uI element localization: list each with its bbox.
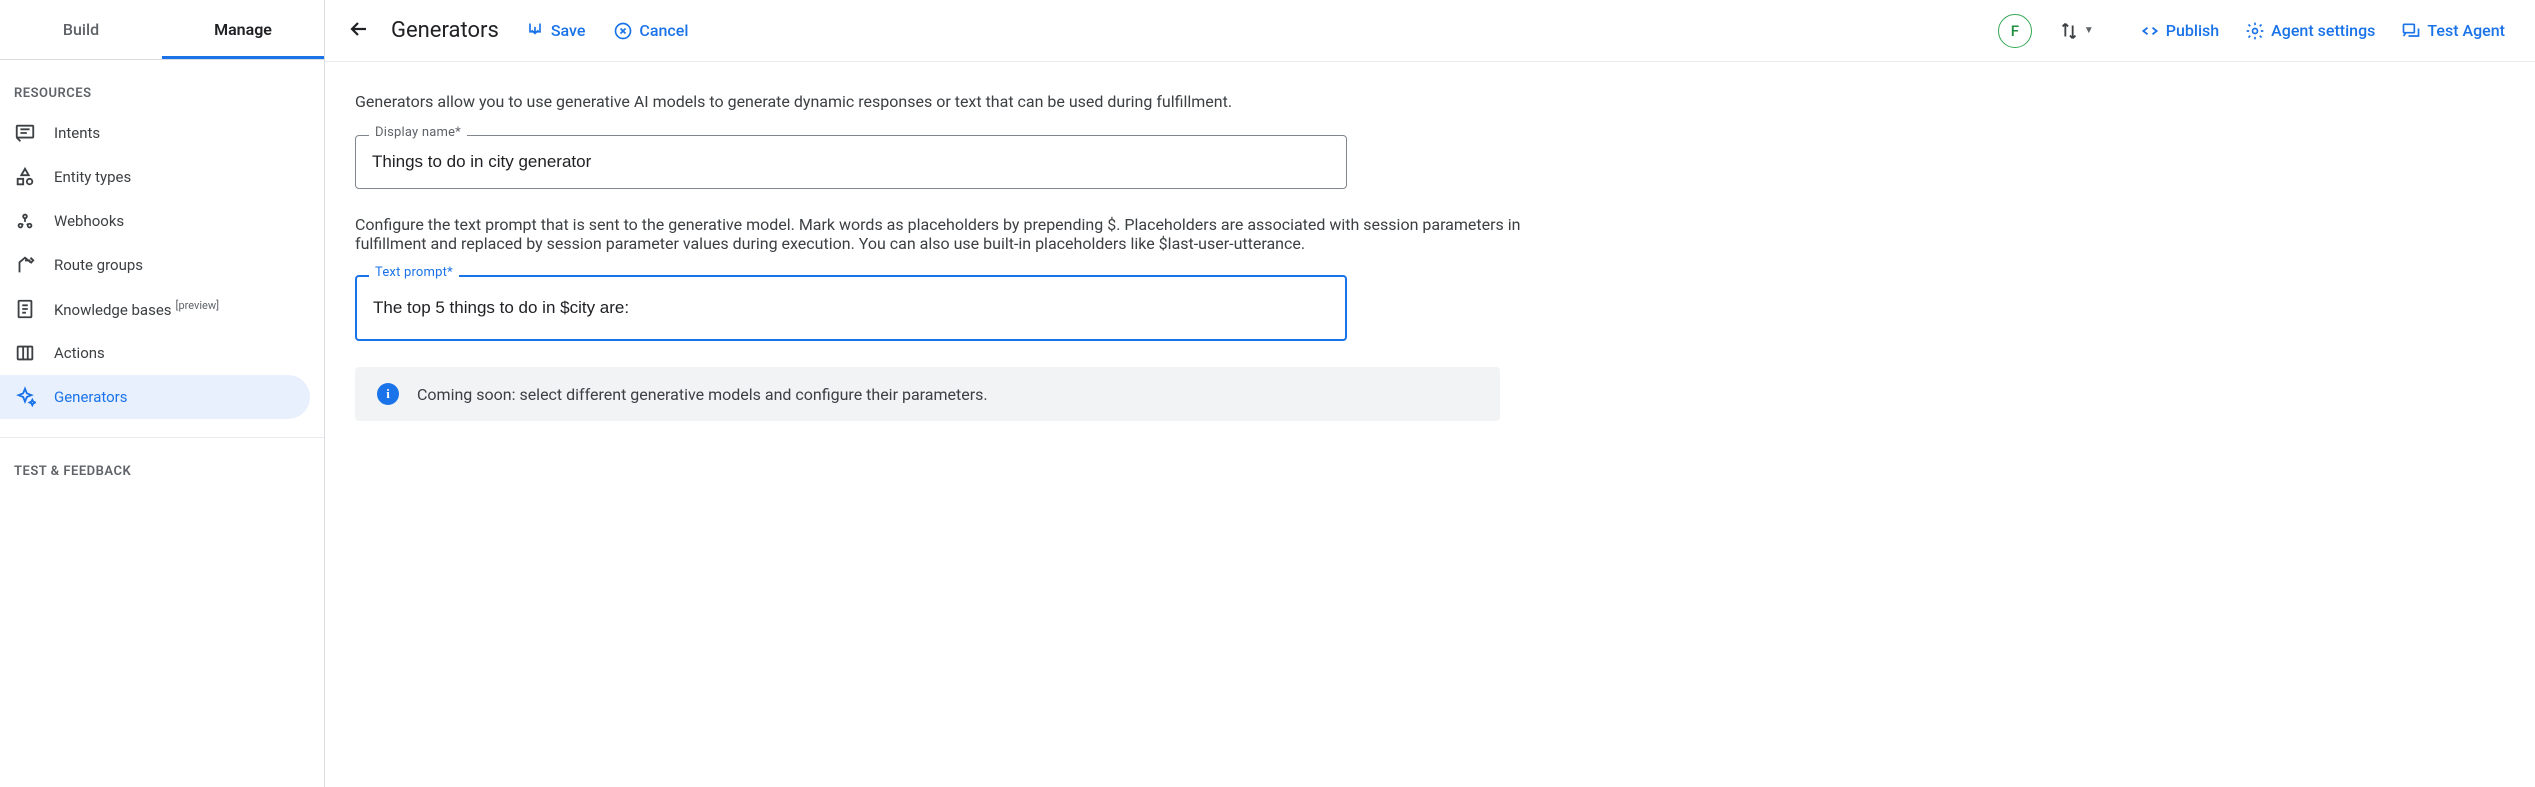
info-icon: i bbox=[377, 383, 399, 405]
code-icon bbox=[2140, 21, 2160, 41]
sidebar-item-label: Actions bbox=[54, 344, 105, 362]
notice-text: Coming soon: select different generative… bbox=[417, 385, 988, 404]
sidebar-item-webhooks[interactable]: Webhooks bbox=[0, 199, 310, 243]
message-icon bbox=[14, 122, 36, 144]
agent-settings-label: Agent settings bbox=[2271, 21, 2375, 40]
content: Generators allow you to use generative A… bbox=[325, 62, 2535, 451]
back-button[interactable] bbox=[341, 11, 377, 51]
test-agent-button[interactable]: Test Agent bbox=[2391, 15, 2515, 47]
config-text: Configure the text prompt that is sent t… bbox=[355, 215, 1525, 253]
tab-manage[interactable]: Manage bbox=[162, 0, 324, 59]
display-name-label: Display name* bbox=[369, 125, 467, 140]
cancel-icon bbox=[613, 21, 633, 41]
text-prompt-field: Text prompt* bbox=[355, 275, 1347, 341]
sidebar-tabs: Build Manage bbox=[0, 0, 324, 60]
webhook-icon bbox=[14, 210, 36, 232]
sparkle-icon bbox=[14, 386, 36, 408]
agent-settings-button[interactable]: Agent settings bbox=[2235, 15, 2385, 47]
columns-icon bbox=[14, 342, 36, 364]
sidebar-item-generators[interactable]: Generators bbox=[0, 375, 310, 419]
avatar[interactable]: F bbox=[1998, 14, 2032, 48]
chat-icon bbox=[2401, 21, 2421, 41]
save-label: Save bbox=[551, 21, 586, 40]
sidebar-item-knowledge-bases[interactable]: Knowledge bases[preview] bbox=[0, 287, 310, 331]
topbar: Generators Save Cancel F ▼ bbox=[325, 0, 2535, 62]
sidebar-item-intents[interactable]: Intents bbox=[0, 111, 310, 155]
text-prompt-input[interactable] bbox=[355, 275, 1347, 341]
text-prompt-label: Text prompt* bbox=[369, 265, 459, 280]
sidebar-item-entity-types[interactable]: Entity types bbox=[0, 155, 310, 199]
sidebar-item-label: Webhooks bbox=[54, 212, 124, 230]
section-test-feedback: TEST & FEEDBACK bbox=[0, 438, 324, 489]
sidebar-item-route-groups[interactable]: Route groups bbox=[0, 243, 310, 287]
section-resources: RESOURCES bbox=[0, 60, 324, 111]
tab-manage-label: Manage bbox=[214, 20, 272, 39]
sidebar-item-label: Route groups bbox=[54, 256, 143, 274]
preview-badge: [preview] bbox=[176, 299, 220, 312]
cancel-button[interactable]: Cancel bbox=[603, 15, 698, 47]
document-icon bbox=[14, 298, 36, 320]
sidebar-resources-list: Intents Entity types Webhooks Route grou… bbox=[0, 111, 324, 419]
sort-icon bbox=[2058, 20, 2080, 42]
cancel-label: Cancel bbox=[639, 21, 688, 40]
display-name-field: Display name* bbox=[355, 135, 1347, 189]
save-icon bbox=[525, 21, 545, 41]
sidebar-item-label: Entity types bbox=[54, 168, 131, 186]
tab-build-label: Build bbox=[63, 20, 99, 39]
intro-text: Generators allow you to use generative A… bbox=[355, 92, 2505, 111]
sort-dropdown-button[interactable]: ▼ bbox=[2058, 20, 2094, 42]
shapes-icon bbox=[14, 166, 36, 188]
save-button[interactable]: Save bbox=[515, 15, 596, 47]
page-title: Generators bbox=[391, 18, 499, 43]
sidebar-item-actions[interactable]: Actions bbox=[0, 331, 310, 375]
sidebar-item-label: Generators bbox=[54, 388, 128, 406]
sidebar-item-label: Intents bbox=[54, 124, 100, 142]
publish-button[interactable]: Publish bbox=[2130, 15, 2229, 47]
main: Generators Save Cancel F ▼ bbox=[325, 0, 2535, 787]
notice-banner: i Coming soon: select different generati… bbox=[355, 367, 1500, 421]
publish-label: Publish bbox=[2166, 21, 2219, 40]
sidebar: Build Manage RESOURCES Intents Entity ty… bbox=[0, 0, 325, 787]
chevron-down-icon: ▼ bbox=[2084, 25, 2094, 36]
test-agent-label: Test Agent bbox=[2427, 21, 2505, 40]
display-name-input[interactable] bbox=[355, 135, 1347, 189]
gear-icon bbox=[2245, 21, 2265, 41]
tab-build[interactable]: Build bbox=[0, 0, 162, 59]
route-icon bbox=[14, 254, 36, 276]
avatar-initial: F bbox=[2011, 22, 2019, 40]
arrow-left-icon bbox=[347, 17, 371, 41]
sidebar-item-label: Knowledge bases[preview] bbox=[54, 299, 219, 319]
